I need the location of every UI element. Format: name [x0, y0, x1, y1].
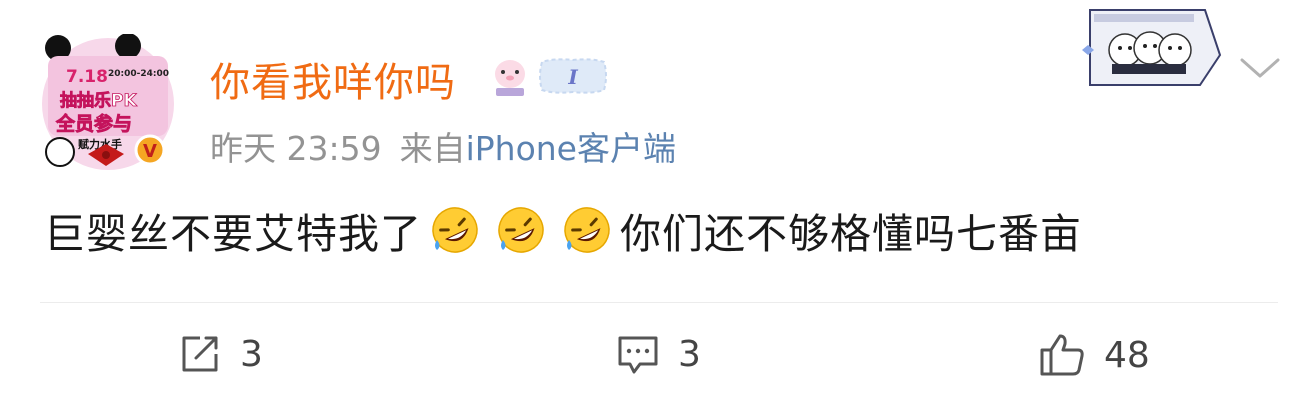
avatar[interactable]: 7.18 20:00-24:00 抽抽乐PK 全员参与 赋力水手 V [38, 34, 178, 174]
post-content: 巨婴丝不要艾特我了 你们还不够格懂吗七番亩 [44, 200, 1082, 260]
like-count: 48 [1104, 334, 1150, 376]
comment-icon [616, 332, 660, 376]
like-button[interactable]: 48 [1038, 332, 1150, 378]
repost-icon [178, 332, 222, 376]
rofl-emoji-icon [495, 204, 547, 256]
divider [40, 302, 1278, 303]
level-badge[interactable]: I [534, 54, 612, 102]
author-name[interactable]: 你看我咩你吗 [210, 50, 456, 108]
avatar-date: 7.18 [66, 67, 108, 87]
comment-button[interactable]: 3 [616, 332, 701, 376]
rofl-emoji-icon [561, 204, 613, 256]
source-prefix: 来自 [399, 129, 466, 168]
rofl-emoji-icon [429, 204, 481, 256]
card-decoration [1080, 0, 1230, 94]
repost-count: 3 [240, 333, 263, 375]
post-text-after: 你们还不够格懂吗七番亩 [620, 210, 1082, 258]
thumbs-up-icon [1038, 332, 1086, 378]
more-options-chevron-icon[interactable] [1238, 56, 1282, 86]
post-meta: 昨天 23:59 来自iPhone客户端 [210, 122, 676, 170]
source-client[interactable]: iPhone客户端 [466, 129, 676, 168]
avatar-line2: 全员参与 [55, 112, 132, 135]
avatar-time: 20:00-24:00 [108, 69, 169, 79]
verified-badge-text: V [143, 141, 157, 162]
repost-button[interactable]: 3 [178, 332, 263, 376]
level-badge-text: I [567, 65, 578, 89]
comment-count: 3 [678, 333, 701, 375]
post-text-before: 巨婴丝不要艾特我了 [44, 210, 422, 258]
post-time: 昨天 23:59 [210, 129, 382, 168]
avatar-line1: 抽抽乐PK [60, 90, 137, 111]
fan-badge-icon[interactable] [492, 54, 528, 102]
